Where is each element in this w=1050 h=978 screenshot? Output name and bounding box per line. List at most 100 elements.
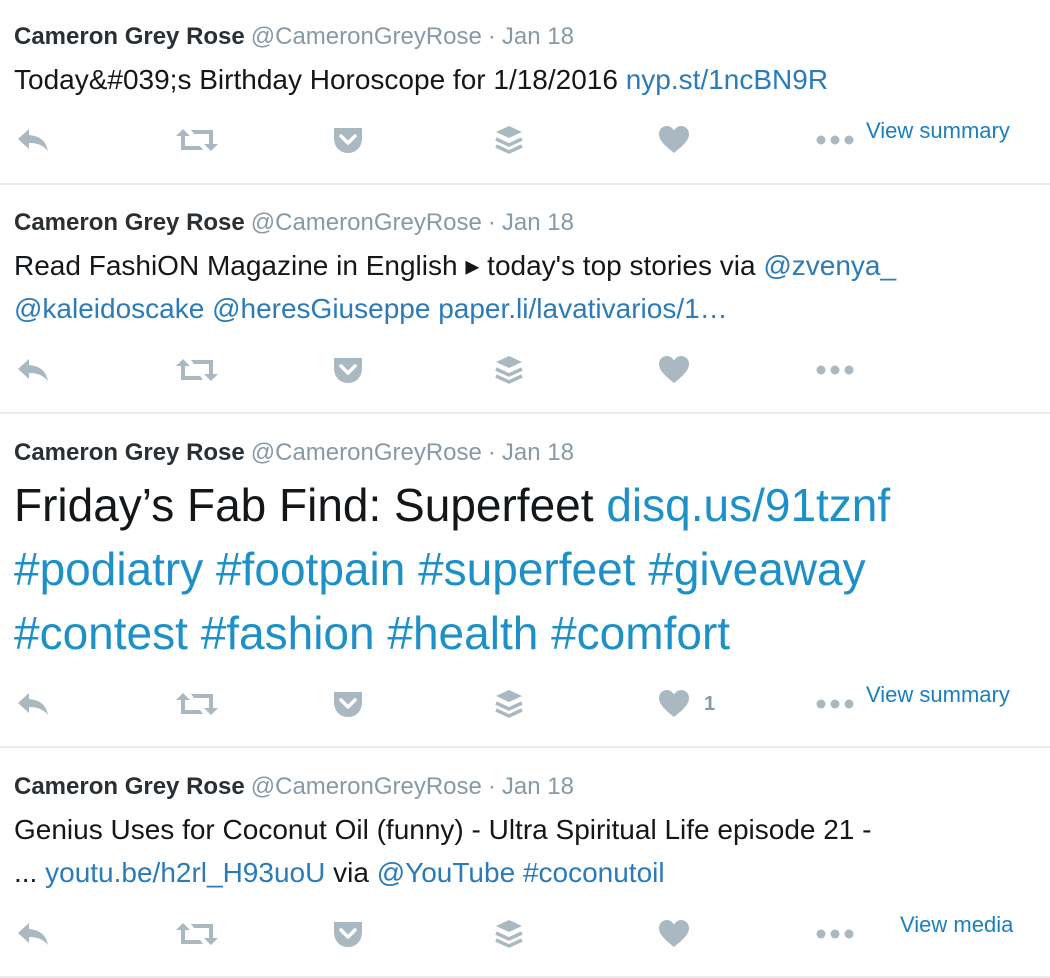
like-count: 1 [704,692,716,715]
pocket-icon [334,922,362,947]
more-icon [816,365,854,375]
like-button[interactable] [658,912,690,956]
tweet-link[interactable]: nyp.st/1ncBN9R [626,64,828,95]
buffer-button[interactable] [494,682,524,726]
tweet-actions [0,348,1050,392]
separator: · [487,209,496,236]
tweet-text-plain: Today&#039;s Birthday Horoscope for 1/18… [14,64,626,95]
buffer-icon [495,690,523,718]
tweet-text-plain: Read FashiON Magazine in English ▸ today… [14,250,764,281]
like-icon [659,356,689,383]
mention-link[interactable]: @YouTube [377,857,515,888]
like-button[interactable]: 1 [658,682,715,726]
hashtag-link[interactable]: #footpain [216,543,405,595]
tweet-text-plain: ... [14,857,46,888]
tweet-link[interactable]: youtu.be/h2rl_H93uoU [45,857,325,888]
more-icon [816,929,854,939]
tweet-text-plain: Genius Uses for Coconut Oil (funny) - Ul… [14,814,872,845]
hashtag-link[interactable]: #podiatry [14,543,203,595]
view-summary-link[interactable]: View summary [866,118,1010,144]
like-icon [659,690,689,717]
hashtag-link[interactable]: #comfort [551,607,730,659]
more-button[interactable] [816,912,856,956]
author-name[interactable]: Cameron Grey Rose [14,773,245,800]
tweet-header: Cameron Grey Rose @CameronGreyRose · Jan 18 [14,438,574,468]
separator: · [487,773,496,800]
buffer-button[interactable] [494,118,524,162]
retweet-button[interactable] [176,348,218,392]
pocket-icon [334,358,362,383]
pocket-icon [334,128,362,153]
retweet-button[interactable] [176,912,218,956]
buffer-button[interactable] [494,348,524,392]
like-icon [659,126,689,153]
view-summary-link[interactable]: View summary [866,682,1010,708]
pocket-icon [334,692,362,717]
author-handle[interactable]: @CameronGreyRose [251,23,482,50]
hashtag-link[interactable]: #contest [14,607,188,659]
tweet[interactable]: Cameron Grey Rose @CameronGreyRose · Jan 18… [0,748,1050,978]
like-button[interactable] [658,348,690,392]
tweet-link[interactable]: paper.li/lavativarios/1… [438,293,727,324]
tweet[interactable]: Cameron Grey Rose @CameronGreyRose · Jan 18… [0,0,1050,185]
tweet-actions [0,912,1050,956]
more-button[interactable] [816,348,856,392]
retweet-button[interactable] [176,682,218,726]
hashtag-link[interactable]: #giveaway [648,543,865,595]
author-name[interactable]: Cameron Grey Rose [14,209,245,236]
pocket-button[interactable] [332,118,364,162]
retweet-button[interactable] [176,118,218,162]
author-handle[interactable]: @CameronGreyRose [251,773,482,800]
tweet-text-plain: Friday’s Fab Find: Superfeet [14,479,607,531]
tweet-text: Read FashiON Magazine in English ▸ today… [14,244,1030,330]
more-button[interactable] [816,682,856,726]
buffer-button[interactable] [494,912,524,956]
author-handle[interactable]: @CameronGreyRose [251,209,482,236]
more-icon [816,135,854,145]
buffer-icon [495,920,523,948]
author-name[interactable]: Cameron Grey Rose [14,23,245,50]
reply-button[interactable] [16,118,50,162]
reply-button[interactable] [16,912,50,956]
like-button[interactable] [658,118,690,162]
tweet-date[interactable]: Jan 18 [502,439,574,466]
hashtag-link[interactable]: #health [387,607,538,659]
mention-link[interactable]: @zvenya_ [763,250,896,281]
pocket-button[interactable] [332,348,364,392]
reply-icon [18,693,48,715]
more-icon [816,699,854,709]
separator: · [487,439,496,466]
tweet-header: Cameron Grey Rose @CameronGreyRose · Jan 18 [14,772,574,802]
tweet-date[interactable]: Jan 18 [502,773,574,800]
hashtag-link[interactable]: #fashion [201,607,375,659]
retweet-icon [176,359,218,381]
tweet-text: Genius Uses for Coconut Oil (funny) - Ul… [14,808,1030,894]
hashtag-link[interactable]: #coconutoil [523,857,665,888]
view-media-link[interactable]: View media [900,912,1013,938]
buffer-icon [495,126,523,154]
retweet-icon [176,923,218,945]
tweet-date[interactable]: Jan 18 [502,23,574,50]
author-handle[interactable]: @CameronGreyRose [251,439,482,466]
author-name[interactable]: Cameron Grey Rose [14,439,245,466]
buffer-icon [495,356,523,384]
hashtag-link[interactable]: #superfeet [418,543,635,595]
more-button[interactable] [816,118,856,162]
retweet-icon [176,693,218,715]
reply-button[interactable] [16,348,50,392]
tweet-link[interactable]: disq.us/91tznf [606,479,890,531]
reply-icon [18,923,48,945]
mention-link[interactable]: @heresGiuseppe [212,293,430,324]
reply-icon [18,129,48,151]
pocket-button[interactable] [332,682,364,726]
mention-link[interactable]: @kaleidoscake [14,293,204,324]
like-icon [659,920,689,947]
pocket-button[interactable] [332,912,364,956]
tweet-date[interactable]: Jan 18 [502,209,574,236]
separator: · [487,23,496,50]
reply-button[interactable] [16,682,50,726]
tweet-text: Today&#039;s Birthday Horoscope for 1/18… [14,58,1030,101]
tweet[interactable]: Cameron Grey Rose @CameronGreyRose · Jan 18… [0,185,1050,414]
tweet-header: Cameron Grey Rose @CameronGreyRose · Jan 18 [14,208,574,238]
tweet[interactable]: Cameron Grey Rose @CameronGreyRose · Jan 18… [0,414,1050,748]
